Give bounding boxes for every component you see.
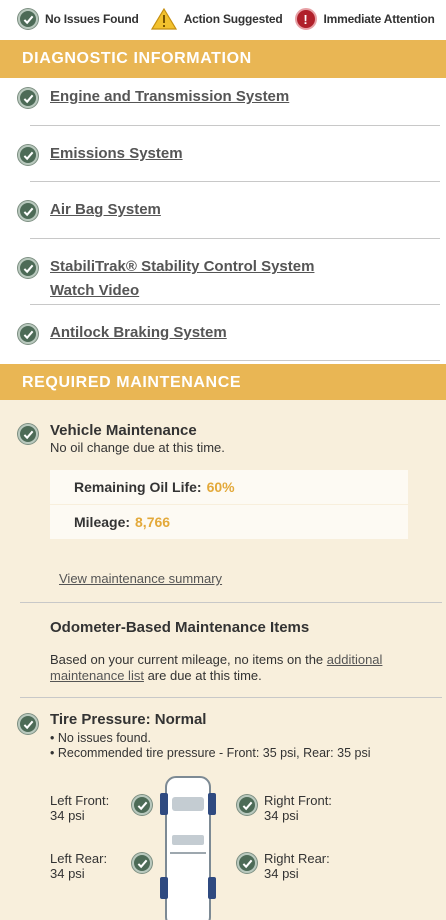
legend-immediate-attention: ! Immediate Attention [294,8,435,30]
right-front-tire: Right Front: 34 psi [264,793,332,823]
tire-note-recommended: • Recommended tire pressure - Front: 35 … [50,746,371,760]
tire-pressure-notes: • No issues found. • Recommended tire pr… [50,731,410,761]
warning-icon [150,8,177,30]
divider [30,238,440,239]
diag-link-antilock[interactable]: Antilock Braking System [50,324,227,341]
mileage-box: Mileage: 8,766 [50,505,408,539]
check-icon [18,88,38,108]
vehicle-maintenance-title: Vehicle Maintenance [50,422,197,439]
check-icon [18,9,38,29]
odometer-text-start: Based on your current mileage, no items … [50,652,327,667]
check-icon [132,795,152,815]
diag-item-emissions[interactable]: Emissions System [0,145,446,165]
mileage-label: Mileage: [74,514,131,530]
diag-item-stabilitrak[interactable]: StabiliTrak® Stability Control System Wa… [0,258,446,299]
check-icon [18,145,38,165]
check-icon [18,424,38,444]
left-front-label: Left Front: [50,793,110,808]
left-rear-value: 34 psi [50,866,85,881]
right-rear-label: Right Rear: [264,851,330,866]
diagnostic-header: DIAGNOSTIC INFORMATION [0,40,446,78]
legend-immediate-label: Immediate Attention [323,12,435,26]
watch-video-link[interactable]: Watch Video [50,282,314,299]
odometer-text-end: are due at this time. [143,668,262,683]
check-icon [237,853,257,873]
divider [20,602,442,603]
left-rear-tire: Left Rear: 34 psi [50,851,107,881]
right-rear-value: 34 psi [264,866,299,881]
diag-link-engine[interactable]: Engine and Transmission System [50,88,289,105]
oil-life-box: Remaining Oil Life: 60% [50,470,408,504]
legend-action-suggested: Action Suggested [150,8,283,30]
maintenance-summary-link[interactable]: View maintenance summary [59,571,222,586]
tire-pressure-title: Tire Pressure: Normal [50,711,207,728]
diag-link-stabilitrak[interactable]: StabiliTrak® Stability Control System [50,258,314,275]
maintenance-header: REQUIRED MAINTENANCE [0,364,446,402]
check-icon [18,324,38,344]
diag-item-antilock[interactable]: Antilock Braking System [0,324,446,344]
diag-item-airbag[interactable]: Air Bag System [0,201,446,221]
status-legend: No Issues Found Action Suggested ! Immed… [0,0,446,38]
check-icon [237,795,257,815]
mileage-value: 8,766 [135,514,171,530]
divider [30,181,440,182]
check-icon [18,258,38,278]
right-front-label: Right Front: [264,793,332,808]
oil-life-label: Remaining Oil Life: [74,479,202,495]
right-front-value: 34 psi [264,808,299,823]
diag-link-airbag[interactable]: Air Bag System [50,201,161,218]
check-icon [18,714,38,734]
right-rear-tire: Right Rear: 34 psi [264,851,330,881]
truck-top-view-icon [160,776,216,920]
legend-action-label: Action Suggested [183,12,283,26]
alert-icon: ! [294,8,317,30]
divider [30,360,440,361]
diag-item-engine[interactable]: Engine and Transmission System [0,88,446,108]
vehicle-maintenance-status: No oil change due at this time. [50,440,225,455]
left-front-value: 34 psi [50,808,85,823]
divider [30,304,440,305]
left-front-tire: Left Front: 34 psi [50,793,109,823]
divider [20,697,442,698]
tire-note-no-issues: • No issues found. [50,731,151,745]
legend-no-issues: No Issues Found [18,9,139,29]
legend-no-issues-label: No Issues Found [45,12,139,26]
divider [30,125,440,126]
diag-link-emissions[interactable]: Emissions System [50,145,183,162]
check-icon [132,853,152,873]
check-icon [18,201,38,221]
odometer-text: Based on your current mileage, no items … [50,652,430,684]
oil-life-value: 60% [206,479,235,495]
left-rear-label: Left Rear: [50,851,108,866]
odometer-title: Odometer-Based Maintenance Items [50,619,310,636]
